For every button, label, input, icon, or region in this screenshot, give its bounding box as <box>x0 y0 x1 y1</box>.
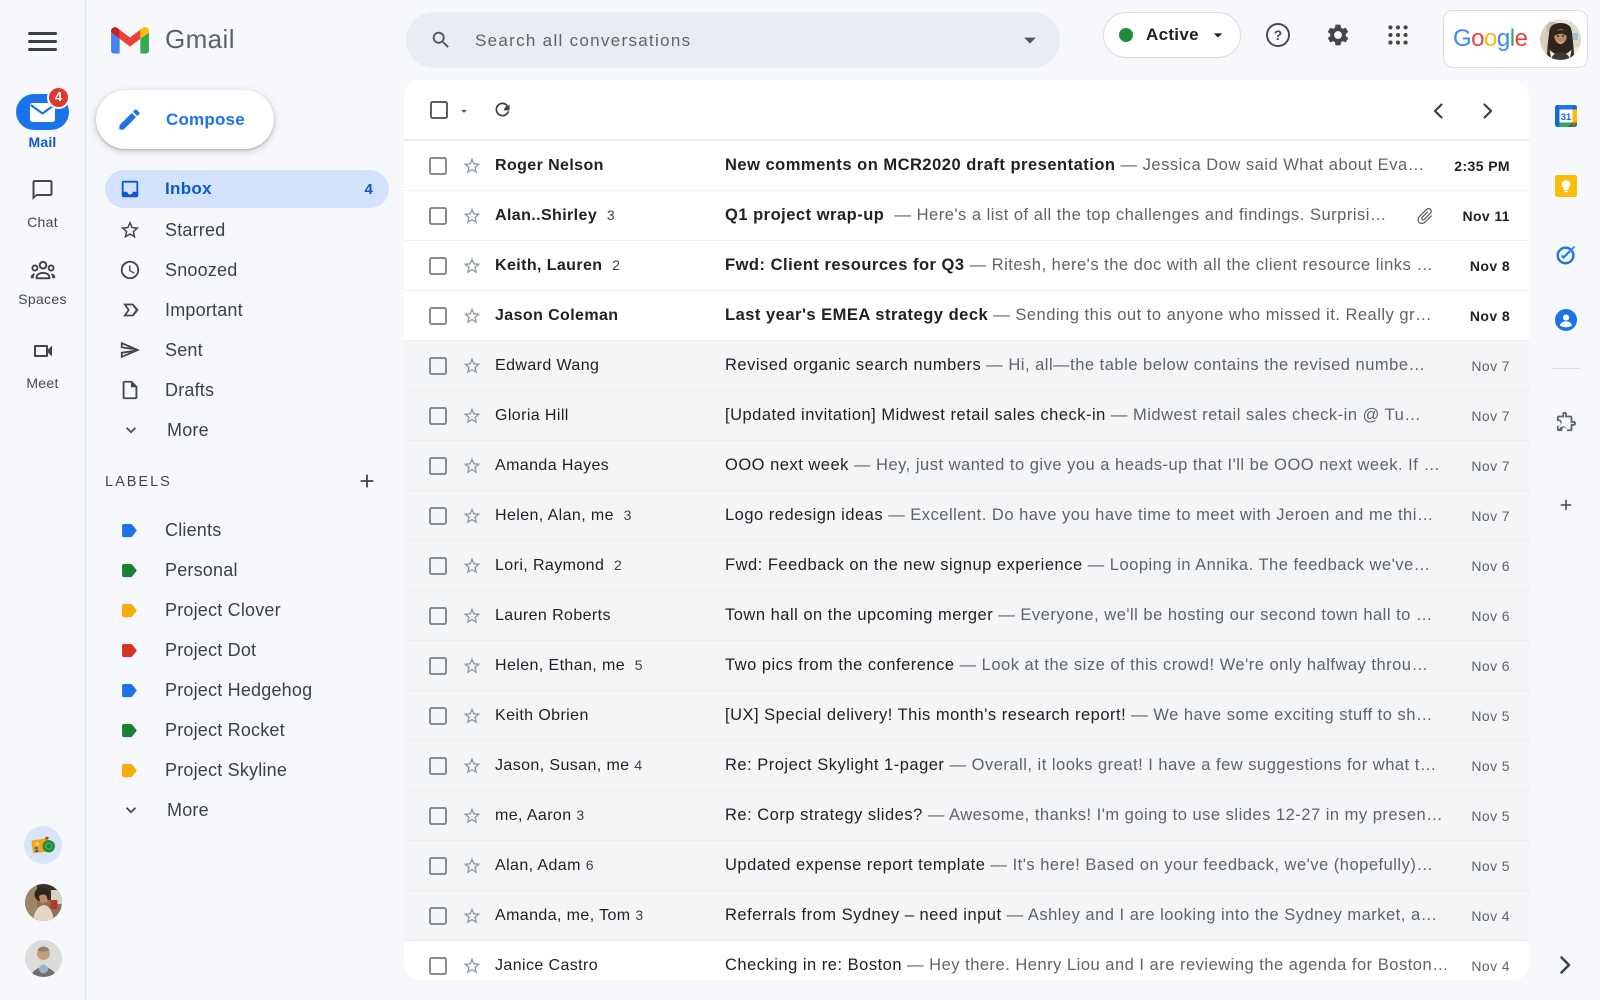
svg-text:31: 31 <box>1561 112 1572 123</box>
svg-text:?: ? <box>1274 28 1282 43</box>
